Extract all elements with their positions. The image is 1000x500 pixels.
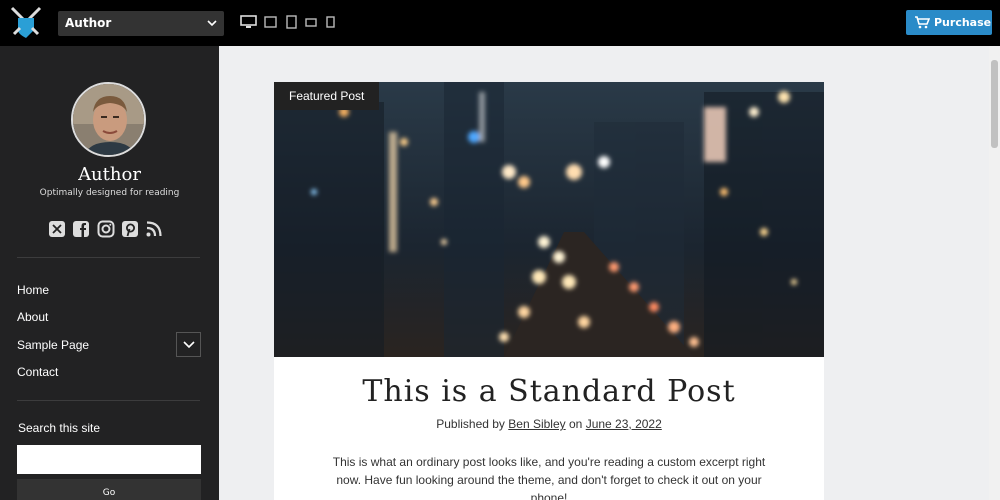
laptop-icon[interactable] [264, 16, 277, 28]
instagram-icon[interactable] [97, 220, 115, 238]
avatar [71, 82, 146, 157]
submenu-toggle-button[interactable] [176, 332, 201, 357]
date-link[interactable]: June 23, 2022 [586, 417, 662, 431]
rss-icon[interactable] [145, 220, 163, 238]
phone-icon[interactable] [326, 16, 335, 28]
facebook-icon[interactable] [72, 220, 90, 238]
chevron-down-icon [207, 20, 217, 27]
purchase-label: Purchase [934, 16, 992, 29]
pinterest-icon[interactable] [121, 220, 139, 238]
top-bar: Author Purchase [0, 0, 1000, 46]
nav-item-about[interactable]: About [17, 310, 48, 324]
nav-item-sample-page[interactable]: Sample Page [17, 338, 89, 352]
post-title[interactable]: This is a Standard Post [274, 374, 824, 409]
post-excerpt: This is what an ordinary post looks like… [332, 455, 766, 500]
theme-select[interactable]: Author [58, 11, 224, 36]
search-label: Search this site [18, 421, 101, 435]
theme-select-value: Author [65, 16, 112, 30]
x-icon[interactable] [48, 220, 66, 238]
scrollbar-thumb[interactable] [991, 60, 998, 148]
post-byline: Published by Ben Sibley on June 23, 2022 [274, 417, 824, 431]
sidebar-divider [17, 257, 200, 258]
nav-item-contact[interactable]: Contact [17, 365, 58, 379]
byline-prefix: Published by [436, 417, 505, 431]
post-card: Featured Post This is a Standard Post Pu… [274, 82, 824, 500]
featured-post-badge: Featured Post [274, 82, 380, 110]
search-input[interactable] [17, 445, 201, 474]
featured-image[interactable]: Featured Post [274, 82, 824, 357]
scrollbar[interactable] [989, 46, 1000, 500]
site-title[interactable]: Author [0, 164, 219, 185]
logo-icon [8, 4, 44, 42]
tablet-landscape-icon[interactable] [305, 18, 317, 27]
purchase-button[interactable]: Purchase [906, 10, 992, 35]
desktop-icon[interactable] [240, 15, 257, 29]
sidebar-divider [17, 400, 200, 401]
cart-icon [915, 16, 930, 29]
chevron-down-icon [183, 341, 195, 349]
tablet-icon[interactable] [286, 15, 297, 29]
nav-item-home[interactable]: Home [17, 283, 49, 297]
author-link[interactable]: Ben Sibley [508, 417, 565, 431]
site-tagline: Optimally designed for reading [39, 188, 180, 198]
sidebar: Author Optimally designed for reading Ho… [0, 46, 219, 500]
byline-middle: on [569, 417, 583, 431]
search-go-button[interactable]: Go [17, 479, 201, 500]
